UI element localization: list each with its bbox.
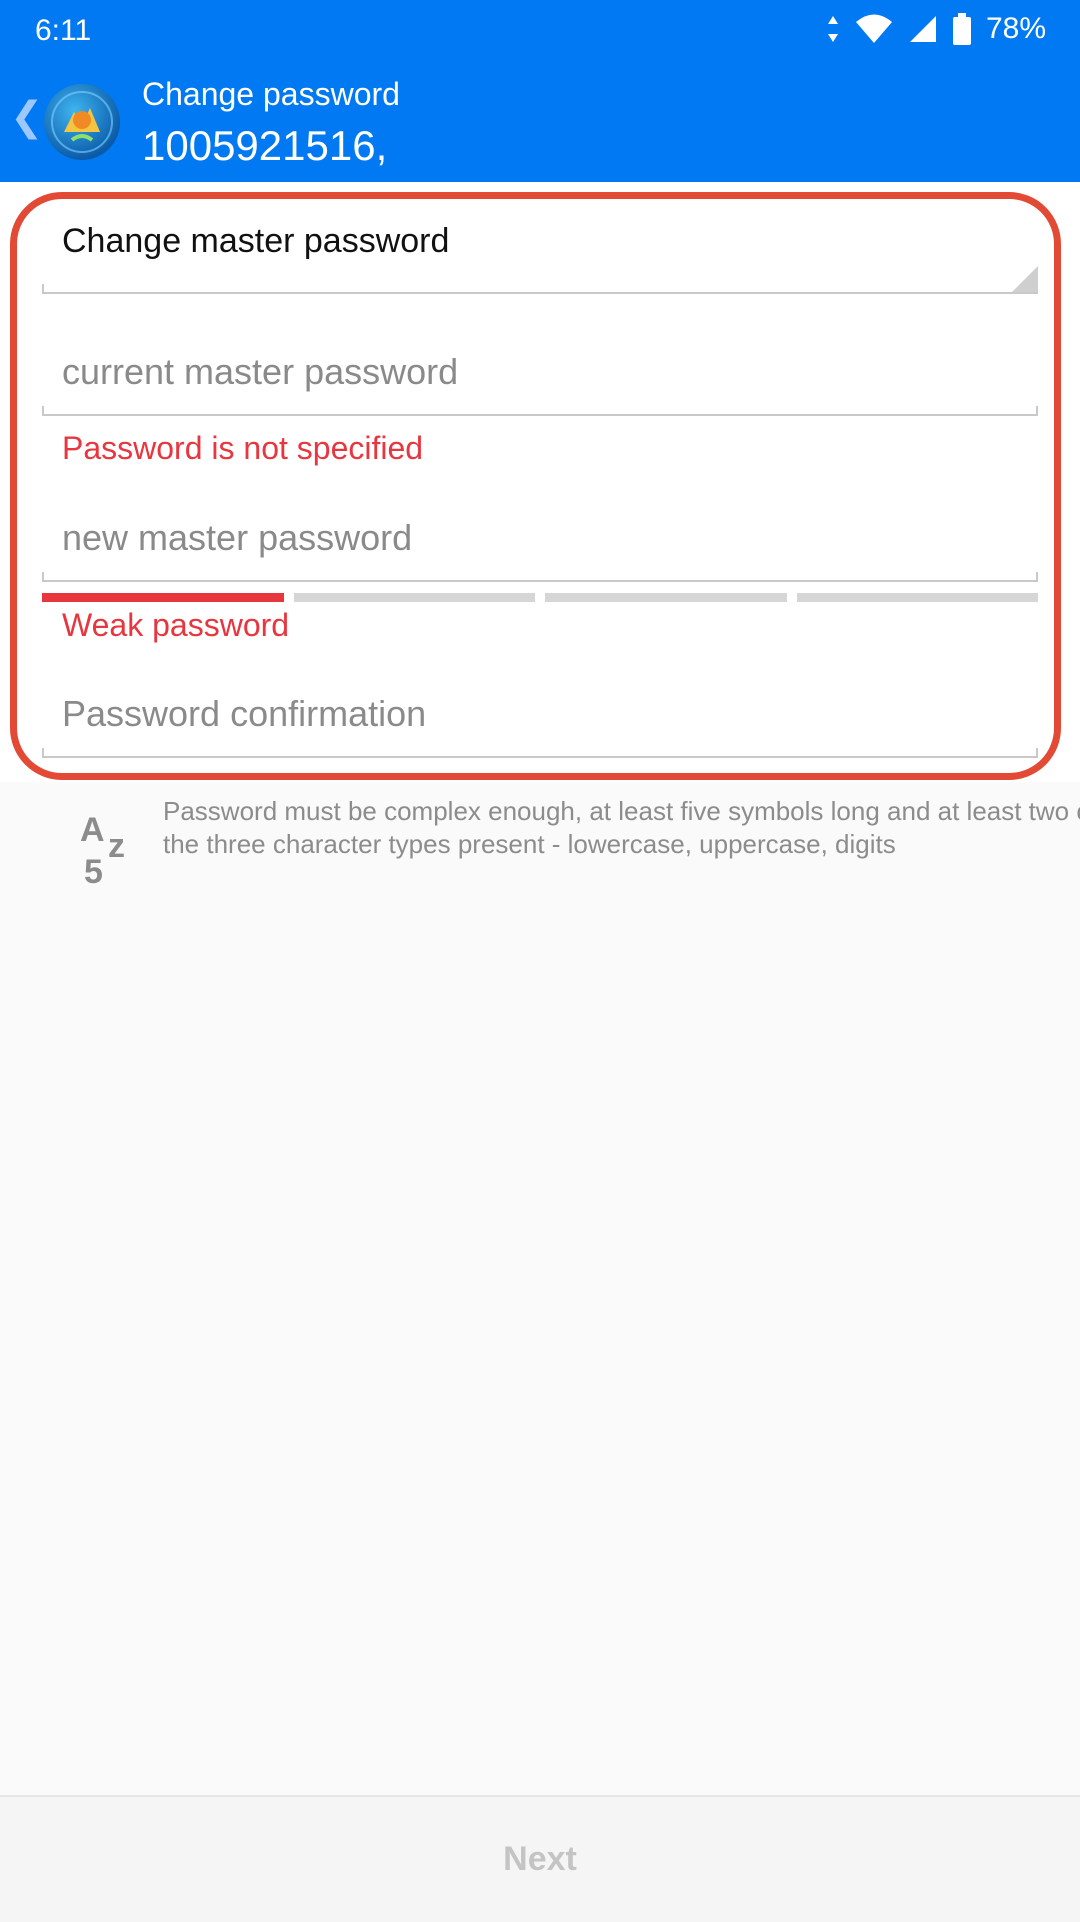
dropdown-arrow-icon: [1012, 266, 1038, 292]
status-icons: 78%: [826, 12, 1046, 46]
hint-icon-z: z: [108, 827, 125, 865]
signal-icon: [909, 16, 936, 42]
wifi-icon: [855, 14, 892, 43]
password-type-value: Change master password: [62, 222, 450, 260]
bottom-bar: Next: [0, 1795, 1080, 1922]
app-logo-icon[interactable]: [42, 82, 122, 162]
new-password-input[interactable]: [42, 498, 1038, 578]
app-bar: 6:11 78% ❮ Change password 1005921516,: [0, 0, 1080, 182]
account-number: 1005921516,: [142, 122, 388, 169]
password-confirmation-underline: [42, 748, 1038, 758]
password-confirmation-field[interactable]: [42, 674, 1038, 758]
toolbar: ❮ Change password 1005921516,: [0, 64, 1080, 182]
current-password-input[interactable]: [42, 332, 1038, 412]
password-type-dropdown[interactable]: Change master password: [42, 210, 1038, 294]
a-z-5-icon: A z 5: [80, 811, 125, 887]
data-transfer-icon: [827, 16, 838, 42]
battery-percent: 78%: [985, 12, 1046, 45]
page-title: Change password: [142, 76, 400, 112]
strength-segment-1: [42, 593, 284, 602]
strength-segment-3: [545, 593, 787, 602]
hint-icon-5: 5: [84, 853, 103, 887]
current-password-field[interactable]: [42, 332, 1038, 416]
strength-segment-2: [293, 593, 535, 602]
back-chevron-icon[interactable]: ❮: [10, 94, 44, 140]
current-password-underline: [42, 406, 1038, 416]
strength-segment-4: [796, 593, 1038, 602]
new-password-underline: [42, 572, 1038, 582]
dropdown-underline: [42, 284, 1038, 294]
battery-icon: [952, 13, 971, 45]
password-confirmation-input[interactable]: [42, 674, 1038, 754]
status-time: 6:11: [35, 14, 92, 47]
status-bar: 6:11 78%: [0, 0, 1080, 64]
new-password-field[interactable]: [42, 498, 1038, 582]
hint-icon-a: A: [80, 811, 105, 849]
next-button[interactable]: Next: [0, 1797, 1080, 1922]
current-password-error: Password is not specified: [62, 430, 424, 466]
password-strength-label: Weak password: [62, 607, 290, 643]
password-strength-meter: [42, 593, 1038, 602]
password-hint-text: Password must be complex enough, at leas…: [163, 796, 1080, 859]
